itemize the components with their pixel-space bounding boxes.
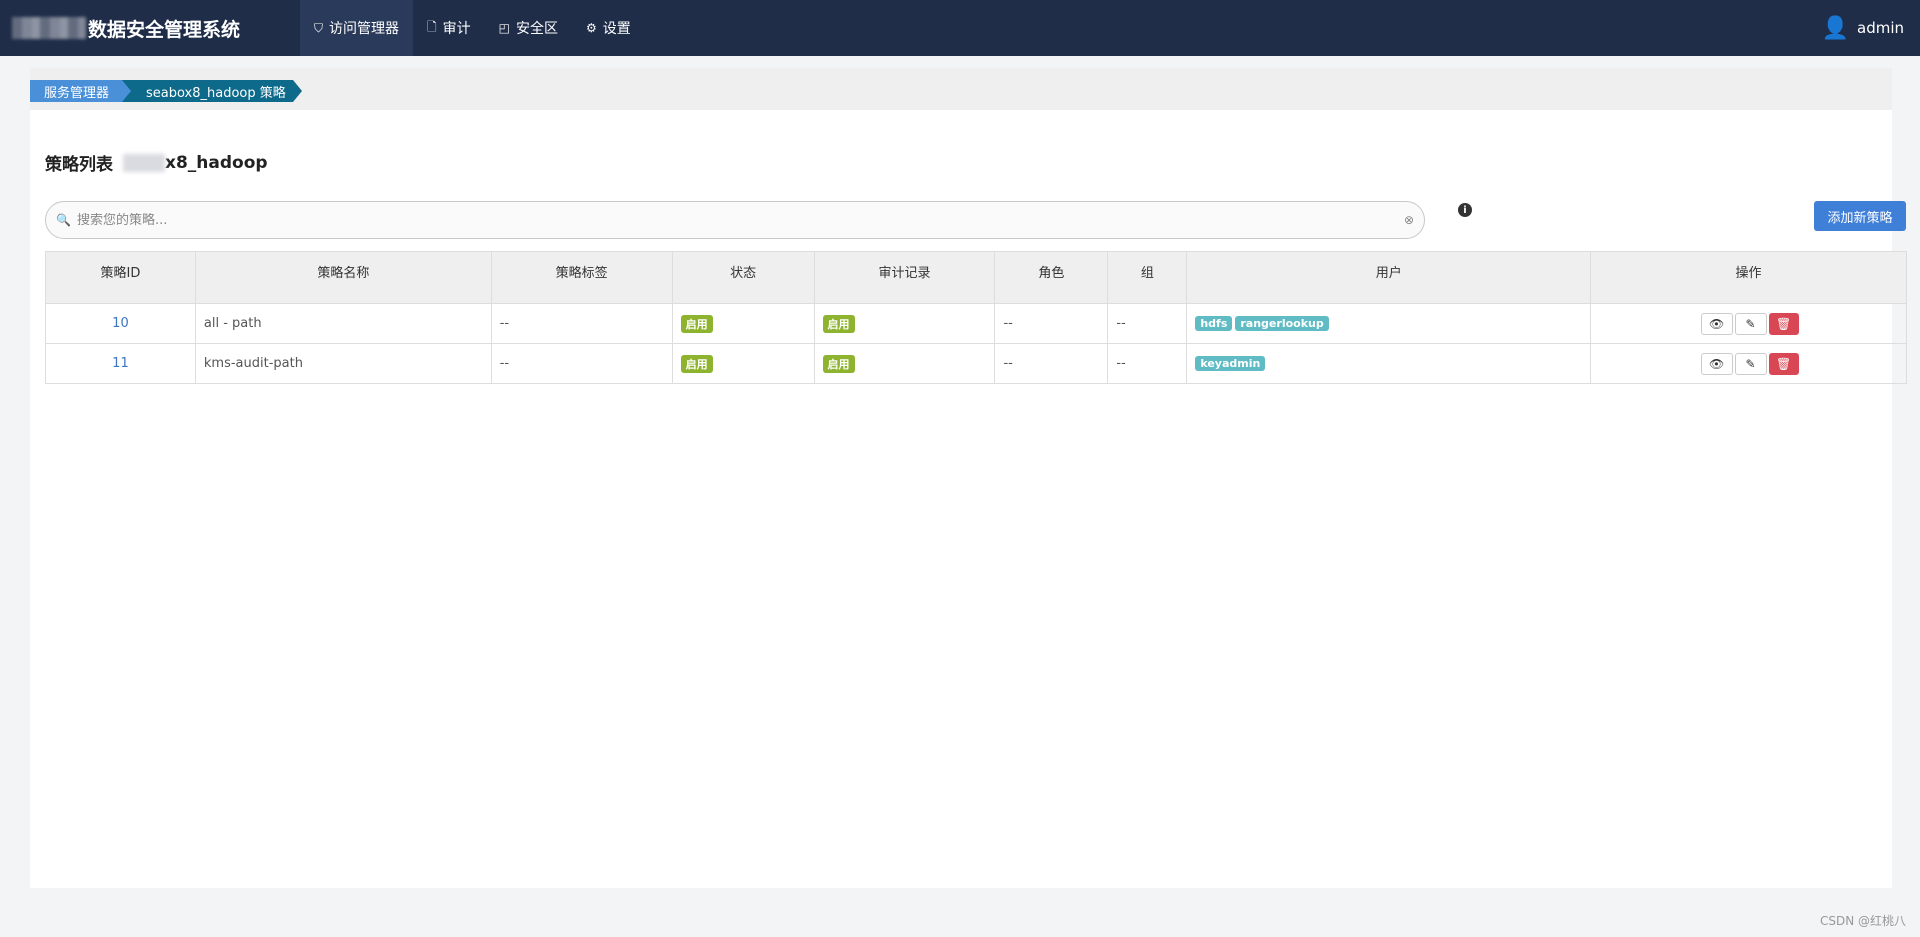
edit-icon: ✎ bbox=[1745, 316, 1756, 331]
search-box: 🔍 ⊗ bbox=[45, 201, 1425, 239]
status-badge: 启用 bbox=[680, 354, 713, 373]
gear-icon: ⚙ bbox=[586, 21, 597, 35]
footer-watermark: CSDN @红桃八 bbox=[1819, 914, 1906, 928]
search-icon: 🔍 bbox=[56, 213, 71, 227]
info-icon[interactable]: i bbox=[1458, 203, 1472, 217]
nav-label: 设置 bbox=[602, 21, 631, 37]
trash-icon: 🗑 bbox=[1775, 356, 1792, 371]
table-row: 10 all - path -- 启用 启用 -- -- hdfs rangerl… bbox=[45, 303, 1907, 344]
table-header-row: 策略ID 策略名称 策略标签 状态 审计记录 角色 组 用户 操作 bbox=[45, 251, 1907, 304]
column-header: 操作 bbox=[1590, 251, 1907, 304]
column-header: 状态 bbox=[671, 251, 815, 304]
breadcrumb: 服务管理器 seabox8_hadoop 策略 bbox=[30, 68, 1892, 110]
column-header: 组 bbox=[1107, 251, 1188, 304]
search-input[interactable] bbox=[76, 212, 1404, 228]
policy-labels: -- bbox=[490, 303, 673, 344]
page-title-suffix: x8_hadoop bbox=[165, 152, 268, 173]
groups-cell: -- bbox=[1107, 303, 1188, 344]
users-cell: hdfs rangerlookup bbox=[1186, 303, 1592, 344]
column-header: 策略标签 bbox=[490, 251, 673, 304]
delete-button[interactable]: 🗑 bbox=[1768, 312, 1799, 335]
roles-cell: -- bbox=[994, 303, 1109, 344]
page-title-prefix: 策略列表 bbox=[45, 155, 113, 175]
status-badge: 启用 bbox=[680, 314, 713, 333]
user-name: admin bbox=[1857, 19, 1904, 37]
user-tag: keyadmin bbox=[1195, 356, 1266, 371]
main-nav: ⛉ 访问管理器 🗋 审计 ◰ 安全区 ⚙ 设置 bbox=[300, 0, 645, 56]
breadcrumb-service-manager[interactable]: 服务管理器 bbox=[30, 80, 132, 102]
blurred-title-text bbox=[123, 153, 165, 172]
policy-name: all - path bbox=[194, 303, 492, 344]
view-button[interactable]: 👁 bbox=[1700, 312, 1733, 335]
breadcrumb-policies[interactable]: seabox8_hadoop 策略 bbox=[122, 80, 302, 102]
user-menu[interactable]: 👤 admin bbox=[1822, 0, 1904, 56]
nav-security-zone[interactable]: ◰ 安全区 bbox=[485, 0, 572, 56]
shield-icon: ⛉ bbox=[314, 20, 324, 35]
blurred-logo-text bbox=[12, 17, 86, 39]
app-title: 数据安全管理系统 bbox=[88, 18, 241, 41]
audit-badge: 启用 bbox=[822, 314, 855, 333]
actions-cell: 👁 ✎ 🗑 bbox=[1590, 303, 1907, 344]
user-tag: hdfs bbox=[1195, 316, 1233, 331]
nav-access-manager[interactable]: ⛉ 访问管理器 bbox=[300, 0, 414, 56]
edit-icon: ✎ bbox=[1745, 356, 1756, 371]
trash-icon: 🗑 bbox=[1775, 316, 1792, 331]
actions-cell: 👁 ✎ 🗑 bbox=[1590, 343, 1907, 384]
audit-badge: 启用 bbox=[822, 354, 855, 373]
page-title: 策略列表 x8_hadoop bbox=[45, 150, 268, 176]
file-icon: 🗋 bbox=[427, 19, 437, 34]
policy-labels: -- bbox=[490, 343, 673, 384]
app-brand[interactable]: 数据安全管理系统 bbox=[12, 0, 240, 56]
view-button[interactable]: 👁 bbox=[1700, 352, 1733, 375]
nav-label: 审计 bbox=[442, 21, 471, 37]
delete-button[interactable]: 🗑 bbox=[1768, 352, 1799, 375]
status-cell: 启用 bbox=[671, 343, 815, 384]
nav-label: 安全区 bbox=[516, 21, 559, 37]
eye-icon: 👁 bbox=[1708, 316, 1725, 331]
nav-settings[interactable]: ⚙ 设置 bbox=[572, 0, 645, 56]
nav-audit[interactable]: 🗋 审计 bbox=[413, 0, 485, 56]
top-navbar: 数据安全管理系统 ⛉ 访问管理器 🗋 审计 ◰ 安全区 ⚙ 设置 👤 admin bbox=[0, 0, 1920, 56]
policy-id-link[interactable]: 11 bbox=[45, 343, 196, 384]
audit-cell: 启用 bbox=[813, 343, 996, 384]
column-header[interactable]: 策略名称 bbox=[194, 251, 492, 304]
user-tag: rangerlookup bbox=[1235, 316, 1329, 331]
edit-button[interactable]: ✎ bbox=[1734, 312, 1767, 335]
status-cell: 启用 bbox=[671, 303, 815, 344]
column-header: 审计记录 bbox=[813, 251, 996, 304]
policy-id-link[interactable]: 10 bbox=[45, 303, 196, 344]
nav-label: 访问管理器 bbox=[329, 21, 400, 37]
eye-icon: 👁 bbox=[1708, 356, 1725, 371]
users-cell: keyadmin bbox=[1186, 343, 1592, 384]
roles-cell: -- bbox=[994, 343, 1109, 384]
clear-icon[interactable]: ⊗ bbox=[1404, 213, 1414, 227]
add-policy-button[interactable]: 添加新策略 bbox=[1814, 201, 1906, 231]
policy-name: kms-audit-path bbox=[194, 343, 492, 384]
groups-cell: -- bbox=[1107, 343, 1188, 384]
column-header: 角色 bbox=[994, 251, 1109, 304]
user-icon: 👤 bbox=[1821, 15, 1849, 41]
column-header[interactable]: 策略ID bbox=[45, 251, 196, 304]
edit-button[interactable]: ✎ bbox=[1734, 352, 1767, 375]
safe-icon: ◰ bbox=[498, 21, 511, 35]
column-header: 用户 bbox=[1186, 251, 1592, 304]
audit-cell: 启用 bbox=[813, 303, 996, 344]
table-row: 11 kms-audit-path -- 启用 启用 -- -- keyadmi… bbox=[45, 343, 1907, 384]
content-panel: 服务管理器 seabox8_hadoop 策略 策略列表 x8_hadoop 🔍… bbox=[30, 68, 1907, 888]
policy-table: 策略ID 策略名称 策略标签 状态 审计记录 角色 组 用户 操作 10 all… bbox=[45, 251, 1907, 384]
